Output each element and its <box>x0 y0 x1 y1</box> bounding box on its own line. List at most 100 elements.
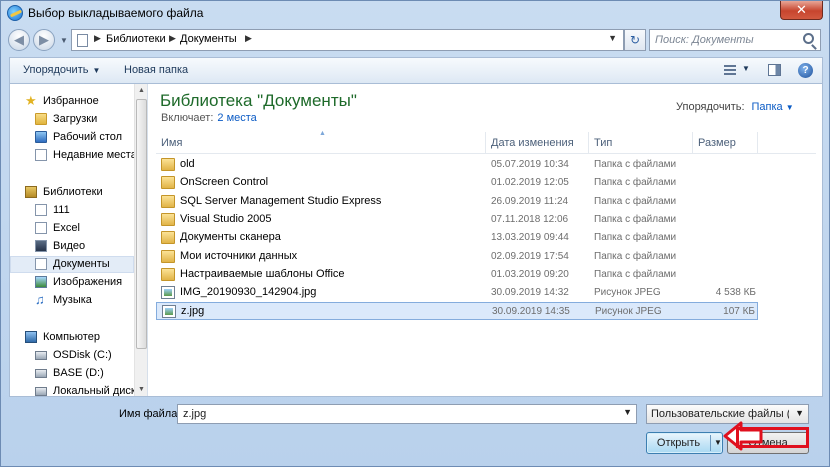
nav-disk-local[interactable]: Локальный диск <box>10 383 134 396</box>
column-type[interactable]: Тип <box>589 132 693 154</box>
open-button-label: Открыть <box>656 437 701 449</box>
file-date: 05.07.2019 10:34 <box>491 159 569 170</box>
nav-lib-111[interactable]: 111 <box>10 202 134 219</box>
refresh-button[interactable]: ↻ <box>624 29 646 51</box>
nav-libraries[interactable]: Библиотеки <box>10 184 134 201</box>
folder-icon <box>161 212 175 226</box>
nav-disk-d[interactable]: BASE (D:) <box>10 365 134 382</box>
file-name: old <box>180 158 195 170</box>
nav-lib-video-label: Видео <box>53 240 86 252</box>
new-folder-button[interactable]: Новая папка <box>124 64 188 76</box>
cancel-button[interactable]: Отмена <box>727 432 809 454</box>
file-row[interactable]: z.jpg 30.09.2019 14:35 Рисунок JPEG 107 КБ <box>156 302 758 321</box>
arrange-label: Упорядочить: <box>676 101 745 113</box>
nav-disk-c[interactable]: OSDisk (C:) <box>10 347 134 364</box>
nav-lib-music-label: Музыка <box>53 294 92 306</box>
column-date[interactable]: Дата изменения <box>486 132 589 154</box>
close-button[interactable]: ✕ <box>780 1 823 20</box>
file-type: Папка с файлами <box>594 268 677 280</box>
scroll-up-icon[interactable]: ▲ <box>135 84 147 97</box>
file-row[interactable]: old 05.07.2019 10:34 Папка с файлами <box>156 156 758 174</box>
video-library-icon <box>35 240 47 252</box>
nav-lib-video[interactable]: Видео <box>10 238 134 255</box>
nav-lib-excel[interactable]: Excel <box>10 220 134 237</box>
library-icon <box>35 222 47 234</box>
arrange-by-dropdown[interactable]: Папка ▼ <box>752 101 794 113</box>
command-toolbar: Упорядочить ▼ Новая папка ▼ ? <box>9 57 823 83</box>
address-bar[interactable]: ▶ Библиотеки ▶ Документы ▶ ▼ <box>71 29 624 51</box>
nav-lib-images[interactable]: Изображения <box>10 274 134 291</box>
scrollbar-thumb[interactable] <box>136 99 147 349</box>
filename-history-dropdown-icon[interactable]: ▼ <box>623 407 632 417</box>
file-name: Мои источники данных <box>180 249 298 262</box>
includes-locations-link[interactable]: 2 места <box>217 112 256 124</box>
back-button[interactable]: ◀ <box>8 29 30 51</box>
nav-favorites[interactable]: ★ Избранное <box>10 93 134 110</box>
nav-computer[interactable]: Компьютер <box>10 329 134 346</box>
forward-button[interactable]: ▶ <box>33 29 55 51</box>
search-icon[interactable] <box>803 33 814 44</box>
file-row[interactable]: Мои источники данных 02.09.2019 17:54 Папк… <box>156 248 758 266</box>
search-input[interactable]: Поиск: Документы <box>649 29 821 51</box>
file-row[interactable]: Настраиваемые шаблоны Office 01.03.2019 0… <box>156 266 758 284</box>
breadcrumb-chevron-icon[interactable]: ▶ <box>94 33 101 44</box>
history-dropdown-icon[interactable]: ▼ <box>60 36 68 45</box>
file-type: Рисунок JPEG <box>594 287 661 299</box>
nav-downloads[interactable]: Загрузки <box>10 111 134 128</box>
views-dropdown-icon[interactable]: ▼ <box>742 64 750 73</box>
library-title: Библиотека "Документы" <box>160 91 357 110</box>
music-icon: ♫ <box>35 292 45 307</box>
breadcrumb-libraries[interactable]: Библиотеки <box>106 33 166 45</box>
file-name: IMG_20190930_142904.jpg <box>180 286 317 299</box>
breadcrumb-chevron-icon[interactable]: ▶ <box>169 33 176 44</box>
scroll-down-icon[interactable]: ▼ <box>135 383 147 396</box>
help-icon[interactable]: ? <box>798 63 813 78</box>
file-type-filter[interactable]: Пользовательские файлы (*.jp ▼ <box>646 404 809 424</box>
address-dropdown-icon[interactable]: ▼ <box>608 33 617 43</box>
file-row[interactable]: Документы сканера 13.03.2019 09:44 Папка с… <box>156 229 758 247</box>
breadcrumb-chevron-icon[interactable]: ▶ <box>245 33 252 44</box>
library-location-icon <box>77 34 88 47</box>
filename-value: z.jpg <box>183 408 207 420</box>
file-size: 107 КБ <box>723 306 755 318</box>
open-button[interactable]: Открыть ▼ <box>646 432 723 454</box>
desktop-icon <box>35 131 47 143</box>
file-date: 30.09.2019 14:35 <box>492 306 570 318</box>
jpeg-file-icon <box>161 286 175 300</box>
libraries-icon <box>25 186 37 198</box>
folder-icon <box>161 231 175 245</box>
preview-pane-icon[interactable] <box>768 64 781 76</box>
filename-label: Имя файла: <box>119 408 181 420</box>
file-size: 4 538 КБ <box>715 287 756 299</box>
file-row[interactable]: IMG_20190930_142904.jpg 30.09.2019 14:32 Р… <box>156 284 758 302</box>
nav-downloads-label: Загрузки <box>53 113 98 125</box>
views-icon[interactable] <box>724 65 736 76</box>
file-name: Настраиваемые шаблоны Office <box>180 267 345 280</box>
nav-lib-documents[interactable]: Документы <box>10 256 134 273</box>
organize-button[interactable]: Упорядочить ▼ <box>23 64 100 76</box>
nav-desktop-label: Рабочий стол <box>53 131 123 143</box>
nav-disk-local-label: Локальный диск <box>53 385 134 396</box>
nav-recent[interactable]: Недавние места <box>10 147 134 164</box>
downloads-folder-icon <box>35 113 47 125</box>
filename-input[interactable]: z.jpg ▼ <box>177 404 637 424</box>
nav-lib-music[interactable]: ♫ Музыка <box>10 292 134 309</box>
column-size[interactable]: Размер <box>693 132 758 154</box>
arrange-value: Папка <box>751 101 783 113</box>
nav-disk-d-label: BASE (D:) <box>53 367 104 379</box>
file-row[interactable]: Visual Studio 2005 07.11.2018 12:06 Папка … <box>156 211 758 229</box>
nav-scrollbar[interactable]: ▲ ▼ <box>134 84 147 396</box>
file-row[interactable]: SQL Server Management Studio Express 26.0… <box>156 193 758 211</box>
nav-lib-111-label: 111 <box>53 204 70 216</box>
drive-icon <box>35 387 47 396</box>
column-name[interactable]: Имя <box>156 132 486 154</box>
dialog-footer: Имя файла: z.jpg ▼ Пользовательские файл… <box>1 397 829 467</box>
file-date: 01.02.2019 12:05 <box>491 177 569 189</box>
title-bar: Выбор выкладываемого файла ✕ <box>1 1 829 25</box>
breadcrumb-documents[interactable]: Документы <box>180 33 237 45</box>
nav-desktop[interactable]: Рабочий стол <box>10 129 134 146</box>
star-icon: ★ <box>25 93 37 108</box>
file-type: Папка с файлами <box>594 195 677 207</box>
file-row[interactable]: OnScreen Control 01.02.2019 12:05 Папка с … <box>156 174 758 192</box>
open-options-dropdown-icon[interactable]: ▼ <box>714 438 722 447</box>
